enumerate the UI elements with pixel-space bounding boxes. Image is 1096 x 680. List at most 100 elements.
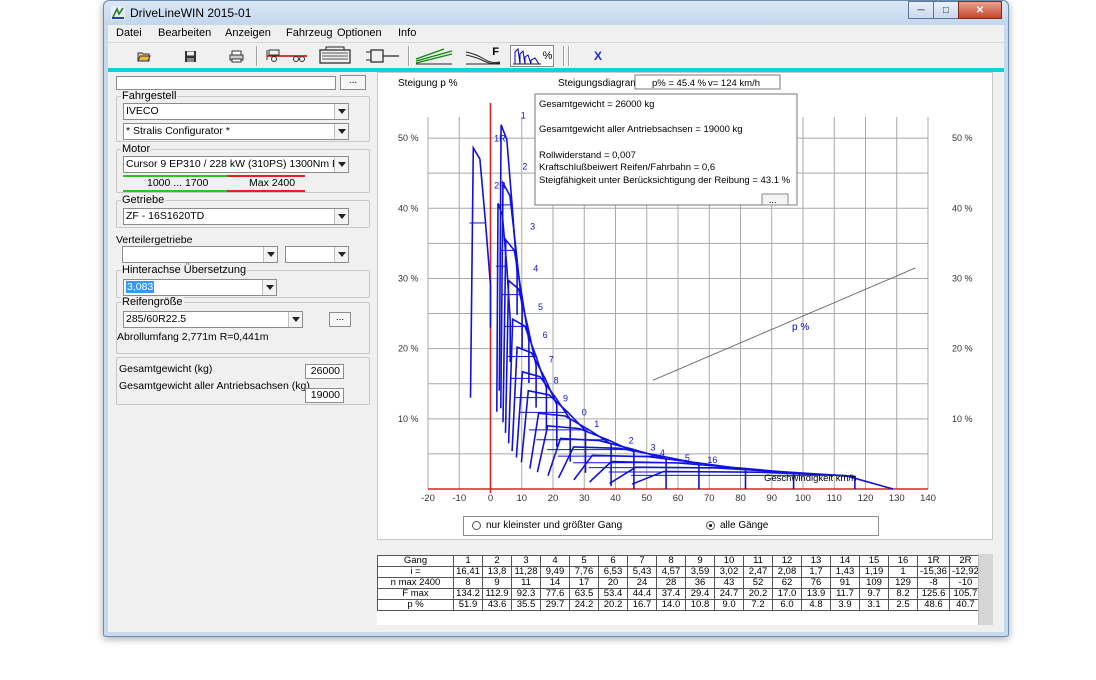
exit-icon: X <box>593 49 602 63</box>
top-browse-button[interactable]: ... <box>340 75 366 90</box>
table-cell: 15 <box>859 555 889 567</box>
gesamtgewicht-field[interactable]: 26000 <box>305 364 344 379</box>
chevron-down-icon[interactable] <box>334 209 348 224</box>
table-cell: 6.0 <box>772 599 802 611</box>
maximize-button[interactable]: □ <box>933 1 959 19</box>
menu-optionen[interactable]: Optionen <box>337 27 382 39</box>
save-button[interactable] <box>180 45 200 67</box>
close-button[interactable]: ✕ <box>958 1 1002 19</box>
gear-label: 2 <box>522 162 527 172</box>
chevron-down-icon[interactable] <box>334 157 348 172</box>
table-cell: 1,43 <box>830 566 860 578</box>
gear-label: 1R <box>494 134 506 144</box>
chassis-icon <box>266 49 307 62</box>
table-row-label: i = <box>377 566 454 578</box>
engine-button[interactable] <box>315 45 355 67</box>
table-cell: 28 <box>656 577 686 589</box>
radio-min-max-circle[interactable] <box>472 521 481 530</box>
fahrgestell-make-select[interactable]: IVECO <box>123 103 349 120</box>
table-cell: 92.3 <box>511 588 541 600</box>
reifen-value: 285/60R22.5 <box>126 313 187 325</box>
gearbox-button[interactable] <box>363 45 403 67</box>
fahrgestell-model-select[interactable]: * Stralis Configurator * <box>123 123 349 140</box>
x-tick-label: 40 <box>610 493 621 504</box>
rpm-green-range: 1000 ... 1700 <box>147 177 209 189</box>
table-cell: 1 <box>888 566 918 578</box>
table-cell: 13.9 <box>801 588 831 600</box>
table-cell: 9 <box>685 555 715 567</box>
y-tick-label-right: 30 % <box>952 273 973 283</box>
getriebe-value: ZF - 16S1620TD <box>126 210 205 222</box>
chevron-down-icon[interactable] <box>263 247 277 262</box>
gearbox-icon <box>366 49 399 63</box>
table-cell: 4 <box>540 555 570 567</box>
table-row-label: n max 2400 <box>377 577 454 589</box>
gear-label: 2R <box>494 181 506 191</box>
getriebe-select[interactable]: ZF - 16S1620TD <box>123 208 349 225</box>
title-bar[interactable]: DriveLineWIN 2015-01 ─ □ ✕ <box>104 1 1008 25</box>
menu-anzeigen[interactable]: Anzeigen <box>225 27 271 39</box>
table-scrollbar[interactable] <box>978 554 993 625</box>
table-cell: 35.5 <box>511 599 541 611</box>
antriebsachsen-field[interactable]: 19000 <box>305 388 344 403</box>
chevron-down-icon[interactable] <box>334 247 348 262</box>
minimize-button[interactable]: ─ <box>908 1 934 19</box>
table-cell: -12,92 <box>948 566 982 578</box>
menu-bearbeiten[interactable]: Bearbeiten <box>158 27 211 39</box>
x-tick-label: 10 <box>516 493 527 504</box>
table-cell: 44.4 <box>627 588 657 600</box>
y-axis-label: Steigung p % <box>398 78 458 89</box>
chevron-down-icon[interactable] <box>334 124 348 139</box>
p-line-label: p % <box>792 322 809 333</box>
radio-min-max[interactable]: nur kleinster und größter Gang <box>472 520 622 531</box>
table-cell: 40.7 <box>948 599 982 611</box>
motor-select[interactable]: Cursor 9 EP310 / 228 kW (310PS) 1300Nm E… <box>123 156 349 173</box>
gradient-diagram-button[interactable]: % <box>510 45 554 67</box>
x-tick-label: 20 <box>548 493 559 504</box>
chassis-button[interactable] <box>263 45 311 67</box>
open-button[interactable] <box>134 45 154 67</box>
gradient-diagram-label: % <box>542 50 553 62</box>
hinterachse-group: Hinterachse Übersetzung 3,083 <box>116 264 370 298</box>
gear-label: 9 <box>563 393 568 403</box>
table-cell: 14.0 <box>656 599 686 611</box>
print-button[interactable] <box>225 45 247 67</box>
menu-fahrzeug[interactable]: Fahrzeug <box>286 27 332 39</box>
motor-value: Cursor 9 EP310 / 228 kW (310PS) 1300Nm E… <box>126 158 349 170</box>
gradient-chart[interactable]: -20 -10 0 10 20 30 40 50 60 70 80 90 100 110 120 130 140… <box>377 72 993 540</box>
table-cell: 9 <box>482 577 512 589</box>
gear-filter-radios: nur kleinster und größter Gang alle Gäng… <box>463 516 879 536</box>
verteiler-select-2[interactable] <box>285 246 349 263</box>
table-cell: 5 <box>569 555 599 567</box>
table-cell: 11,28 <box>511 566 541 578</box>
radio-all-gears-circle[interactable] <box>706 521 715 530</box>
table-cell: 9,49 <box>540 566 570 578</box>
hinterachse-select[interactable]: 3,083 <box>123 279 277 296</box>
engine-icon <box>319 46 351 64</box>
chevron-down-icon[interactable] <box>334 104 348 119</box>
table-cell: 17 <box>569 577 599 589</box>
exit-button[interactable]: X <box>588 45 608 67</box>
fahrgestell-label: Fahrgestell <box>121 90 178 102</box>
readout-p: p% = 45.4 % <box>652 78 707 89</box>
x-tick-label: -20 <box>421 493 435 504</box>
verteiler-select-1[interactable] <box>122 246 278 263</box>
chevron-down-icon[interactable] <box>262 280 276 295</box>
fahrgestell-make-value: IVECO <box>126 105 159 117</box>
radio-all-gears[interactable]: alle Gänge <box>706 520 768 531</box>
gear-label: 6 <box>543 330 548 340</box>
menu-datei[interactable]: Datei <box>116 27 142 39</box>
performance-button[interactable] <box>414 45 454 67</box>
reifen-browse-button[interactable]: ... <box>329 312 351 327</box>
table-cell: 20.2 <box>743 588 773 600</box>
chevron-down-icon[interactable] <box>288 312 302 327</box>
table-cell: 7.2 <box>743 599 773 611</box>
gradient-diagram-icon <box>512 47 541 65</box>
menu-info[interactable]: Info <box>398 27 416 39</box>
table-cell: 112.9 <box>482 588 512 600</box>
force-diagram-button[interactable]: F <box>463 45 503 67</box>
table-cell: 6 <box>598 555 628 567</box>
top-combo[interactable] <box>116 76 336 90</box>
gear-label: 2 <box>629 435 634 445</box>
reifen-select[interactable]: 285/60R22.5 <box>123 311 303 328</box>
